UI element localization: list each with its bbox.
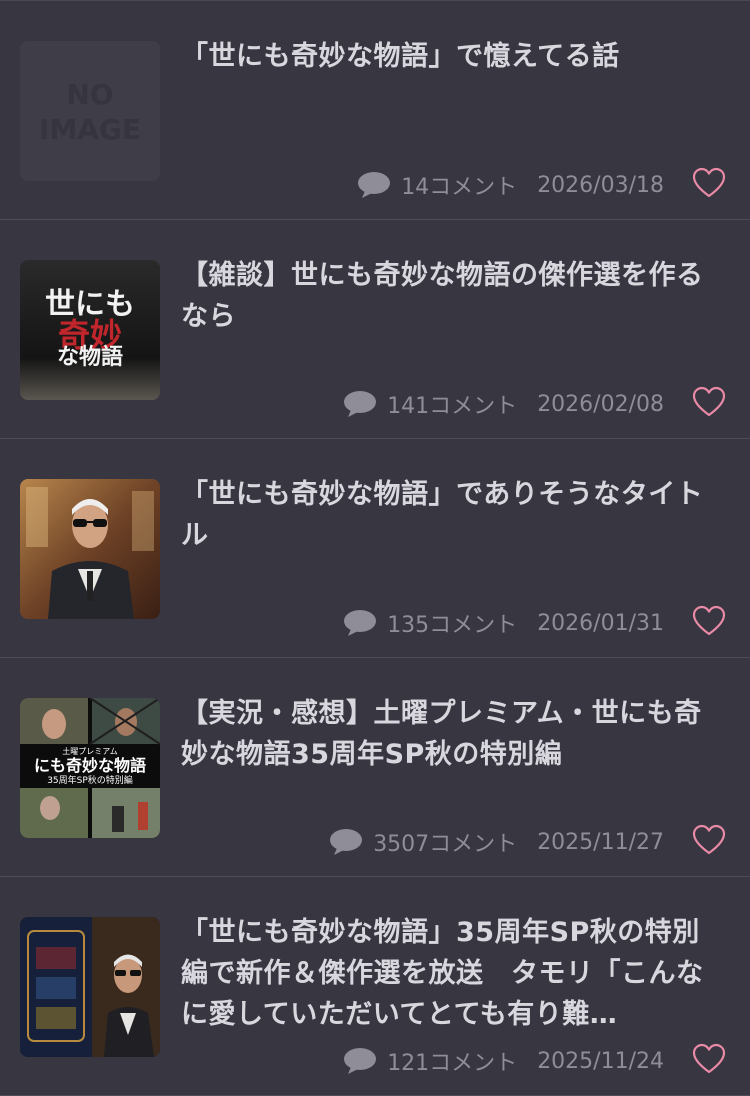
article-date: 2026/01/31 <box>537 610 664 636</box>
article-thumbnail-photo-logo <box>20 917 160 1057</box>
article-meta: 14コメント 2026/03/18 <box>357 167 664 203</box>
comment-count: 121コメント <box>387 1051 518 1076</box>
article-meta: 121コメント 2025/11/24 <box>343 1043 664 1079</box>
comment-count: 14コメント <box>401 175 518 200</box>
article-meta: 141コメント 2026/02/08 <box>343 386 664 422</box>
article-row[interactable]: 世にも 奇妙 な物語 【雑談】世にも奇妙な物語の傑作選を作るなら 141コメント… <box>0 220 750 439</box>
favorite-heart-icon[interactable] <box>692 386 726 418</box>
article-thumbnail-photo <box>20 479 160 619</box>
favorite-heart-icon[interactable] <box>692 167 726 199</box>
article-row[interactable]: 「世にも奇妙な物語」35周年SP秋の特別編で新作＆傑作選を放送 タモリ「こんなに… <box>0 877 750 1096</box>
comment-icon <box>344 1048 377 1074</box>
article-thumbnail-collage: 土曜プレミアム にも奇妙な物語 35周年SP秋の特別編 <box>20 698 160 838</box>
article-title[interactable]: 【雑談】世にも奇妙な物語の傑作選を作るなら <box>181 255 726 337</box>
article-thumbnail-no-image: NO IMAGE <box>20 41 160 181</box>
article-date: 2025/11/27 <box>537 829 664 855</box>
comment-icon <box>330 829 363 855</box>
favorite-heart-icon[interactable] <box>692 824 726 856</box>
favorite-heart-icon[interactable] <box>692 1043 726 1075</box>
comment-icon <box>344 610 377 636</box>
article-row[interactable]: 土曜プレミアム にも奇妙な物語 35周年SP秋の特別編 【実況・感想】土曜プレミ… <box>0 658 750 877</box>
comment-count: 141コメント <box>387 394 518 419</box>
comment-icon <box>344 391 377 417</box>
article-meta: 135コメント 2026/01/31 <box>343 605 664 641</box>
article-list: NO IMAGE 「世にも奇妙な物語」で憶えてる話 14コメント 2026/03… <box>0 1 750 1096</box>
article-row[interactable]: 「世にも奇妙な物語」でありそうなタイトル 135コメント 2026/01/31 <box>0 439 750 658</box>
svg-text:土曜プレミアム: 土曜プレミアム <box>62 746 117 756</box>
article-title[interactable]: 「世にも奇妙な物語」でありそうなタイトル <box>181 474 726 556</box>
article-meta: 3507コメント 2025/11/27 <box>329 824 664 860</box>
article-date: 2026/02/08 <box>537 391 664 417</box>
article-title[interactable]: 【実況・感想】土曜プレミアム・世にも奇妙な物語35周年SP秋の特別編 <box>181 693 726 775</box>
svg-text:にも奇妙な物語: にも奇妙な物語 <box>34 756 146 775</box>
comment-count: 135コメント <box>387 613 518 638</box>
svg-text:な物語: な物語 <box>57 344 123 370</box>
article-thumbnail-logo: 世にも 奇妙 な物語 <box>20 260 160 400</box>
comment-icon <box>358 172 391 198</box>
article-row[interactable]: NO IMAGE 「世にも奇妙な物語」で憶えてる話 14コメント 2026/03… <box>0 1 750 220</box>
svg-text:NO: NO <box>66 78 113 111</box>
article-title[interactable]: 「世にも奇妙な物語」で憶えてる話 <box>181 36 726 77</box>
svg-text:IMAGE: IMAGE <box>39 113 141 146</box>
article-date: 2026/03/18 <box>537 172 664 198</box>
comment-count: 3507コメント <box>373 832 518 857</box>
article-title[interactable]: 「世にも奇妙な物語」35周年SP秋の特別編で新作＆傑作選を放送 タモリ「こんなに… <box>181 912 726 1035</box>
favorite-heart-icon[interactable] <box>692 605 726 637</box>
svg-text:35周年SP秋の特別編: 35周年SP秋の特別編 <box>47 774 133 786</box>
